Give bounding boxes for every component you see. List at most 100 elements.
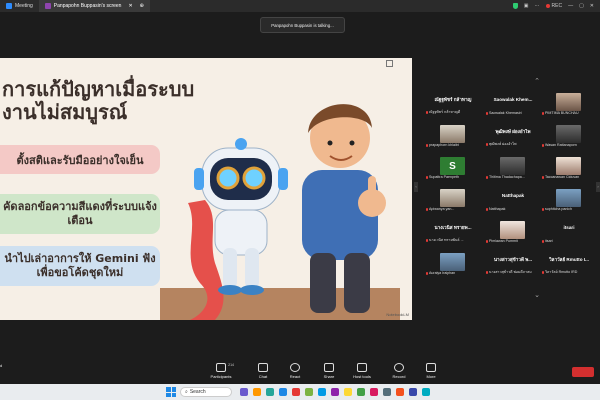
tab-label: Panpapohn Buppasin's screen [53, 3, 122, 9]
app-icon-1[interactable] [240, 388, 248, 396]
participant-display-name: พุฒิพงษ์ ผ่องอำไพ [495, 129, 531, 134]
app-icon-15[interactable] [422, 388, 430, 396]
participant-tile[interactable]: Wasan Rattanaporn [540, 125, 598, 147]
app-icon-8[interactable] [331, 388, 339, 396]
muted-mic-icon [542, 175, 544, 179]
record-button[interactable]: Record [388, 363, 410, 379]
close-tab-icon[interactable]: ✕ [128, 3, 132, 9]
gallery-up-icon[interactable]: ⌃ [533, 78, 541, 86]
participant-display-name: Saowalak Khem... [493, 97, 533, 102]
participant-tile[interactable]: S Supattra Paenpeth [424, 157, 482, 179]
leave-button[interactable] [572, 367, 594, 377]
participant-tile[interactable]: Apiwanya yan... [424, 189, 482, 211]
participant-tile[interactable]: วิลาวัลย์ Rmutto I... วิลาวัลย์ Rmutto IR… [540, 253, 598, 275]
participant-name: วิลาวัลย์ Rmutto IRD [545, 270, 578, 274]
minimize-icon[interactable]: — [568, 3, 573, 9]
slide-point-3: นำไปเล่าอาการให้ Gemini ฟังเพื่อขอโค้ดชุ… [0, 246, 160, 286]
app-icon-14[interactable] [409, 388, 417, 396]
muted-mic-icon [486, 142, 488, 146]
participant-name: Pimlawan Pummit [489, 239, 518, 243]
app-icon-7[interactable] [318, 388, 326, 396]
muted-mic-icon [426, 143, 428, 147]
app-icon-3[interactable] [266, 388, 274, 396]
host-tools-button[interactable]: Host tools [350, 363, 374, 379]
participant-tile[interactable]: นางสาวสุข้าวดี พ... นางสาวสุข้าวดี พ่อมดี… [484, 253, 542, 275]
windows-taskbar: ⌕ Search [0, 384, 600, 400]
participant-tile[interactable]: prapaphorn khlaibt [424, 125, 482, 147]
maximize-icon[interactable]: ▢ [579, 3, 584, 9]
muted-mic-icon [426, 175, 428, 179]
participant-name-label: Taccanawan Ciduvan [542, 175, 598, 179]
record-icon [394, 363, 404, 372]
participant-name: นางเวนิส ทรายพันธ์ ... [429, 238, 464, 242]
search-icon: ⌕ [185, 389, 188, 395]
react-button[interactable]: React [284, 363, 306, 379]
participant-tile[interactable]: ณัฐฐพัชร์ กล้าหาญ ณัฐฐพัชร์ กล้าหาญดี [424, 93, 482, 115]
participant-tile[interactable]: Taccanawan Ciduvan [540, 157, 598, 179]
participant-tile[interactable]: Natthapak Natthapak [484, 189, 542, 211]
participant-tile[interactable]: Pimlawan Pummit [484, 221, 542, 243]
app-icon-13[interactable] [396, 388, 404, 396]
app-icon-10[interactable] [357, 388, 365, 396]
participant-name-label: Wasan Rattanaporn [542, 143, 598, 147]
app-icon-4[interactable] [279, 388, 287, 396]
taskbar-search[interactable]: ⌕ Search [180, 387, 232, 397]
shield-icon[interactable] [512, 3, 518, 9]
app-icon-12[interactable] [383, 388, 391, 396]
audio-label[interactable]: d [0, 363, 2, 368]
windows-start-icon[interactable] [166, 387, 176, 397]
app-icon-9[interactable] [344, 388, 352, 396]
muted-mic-icon [426, 110, 428, 114]
muted-mic-icon [486, 270, 488, 274]
participant-tile[interactable]: Thitima Thadachapa... [484, 157, 542, 179]
tab-label: Meeting [15, 3, 33, 9]
participant-name: Wasan Rattanaporn [545, 143, 577, 147]
participant-video [440, 189, 465, 207]
participant-tile[interactable]: itsari itsari [540, 221, 598, 243]
gallery-down-icon[interactable]: ⌄ [533, 292, 541, 300]
participant-video [440, 125, 465, 143]
chat-button[interactable]: Chat [252, 363, 274, 379]
host-tools-shield-icon [357, 363, 367, 372]
participant-tile[interactable]: PIMTIMA BUNCHAU [540, 93, 598, 115]
recording-indicator[interactable]: REC [545, 3, 562, 9]
more-button[interactable]: More [420, 363, 442, 379]
participant-name-label: suphitcha panich [542, 207, 598, 211]
participant-name-label: วิลาวัลย์ Rmutto IRD [542, 269, 598, 275]
participant-tile[interactable]: suphitcha panich [540, 189, 598, 211]
add-tab-icon[interactable]: ⊕ [140, 3, 144, 9]
app-icon-5[interactable] [292, 388, 300, 396]
app-icon-2[interactable] [253, 388, 261, 396]
tab-shared-screen[interactable]: Panpapohn Buppasin's screen ✕ ⊕ [38, 0, 150, 12]
tab-meeting[interactable]: Meeting [0, 0, 39, 12]
participant-name: Supattra Paenpeth [429, 175, 459, 179]
app-icon-11[interactable] [370, 388, 378, 396]
expand-icon[interactable] [386, 60, 393, 67]
participant-name: นางสาวสุข้าวดี พ่อมดีภาสม [489, 270, 532, 274]
participant-name: Saowalak Khemasiri [489, 111, 522, 115]
participant-name-label: นางเวนิส ทรายพันธ์ ... [426, 237, 482, 243]
participant-name: itsari [545, 239, 553, 243]
collapse-panel-icon[interactable]: ‹ [414, 182, 418, 192]
participant-name: prapaphorn khlaibt [429, 143, 459, 147]
participant-name-label: Natthapak [486, 207, 542, 211]
participant-video [556, 189, 581, 207]
app-icon-6[interactable] [305, 388, 313, 396]
participant-tile[interactable]: Auraiya Iraiphan [424, 253, 482, 275]
view-icon[interactable]: ▣ [524, 3, 529, 9]
participant-display-name: Natthapak [501, 193, 525, 198]
muted-mic-icon [486, 111, 488, 115]
muted-mic-icon [426, 207, 428, 211]
participant-tile[interactable]: นางเวนิส ทรายพ... นางเวนิส ทรายพันธ์ ... [424, 221, 482, 243]
screen-share-icon [44, 3, 51, 9]
participant-video [500, 221, 525, 239]
participant-tile[interactable]: พุฒิพงษ์ ผ่องอำไพ พุฒิพงษ์ ผ่องอำไพ [484, 125, 542, 147]
close-window-icon[interactable]: ✕ [590, 3, 594, 9]
participants-button[interactable]: 214 Participants [210, 363, 234, 379]
active-speaker-banner: Panpapohn Buppasin is talking... [260, 17, 345, 33]
participant-video: S [440, 157, 465, 175]
participant-tile[interactable]: Saowalak Khem... Saowalak Khemasiri [484, 93, 542, 115]
share-button[interactable]: Share [318, 363, 340, 379]
more-icon[interactable]: ⋯ [535, 3, 540, 9]
muted-mic-icon [426, 238, 428, 242]
